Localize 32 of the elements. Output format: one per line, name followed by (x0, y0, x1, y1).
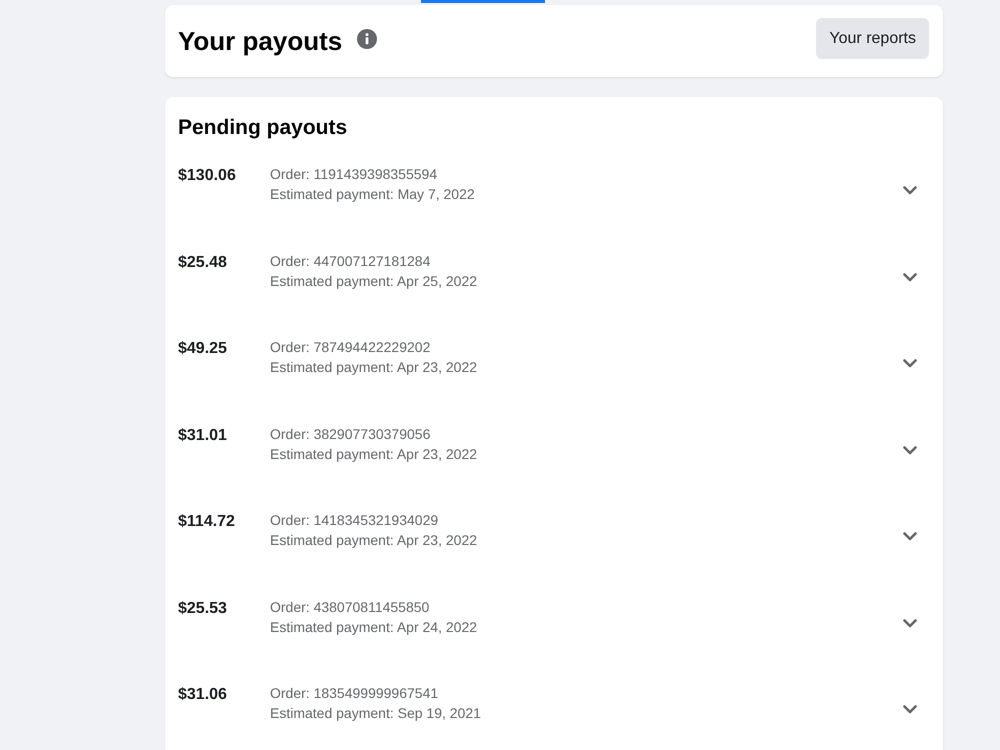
order-number: Order: 382907730379056 (270, 424, 432, 444)
info-icon[interactable] (357, 29, 378, 49)
payout-amount: $31.01 (178, 426, 228, 446)
estimated-payment-date: Estimated payment: Apr 24, 2022 (270, 618, 478, 636)
payout-amount: $25.53 (178, 598, 228, 618)
chevron-down-icon[interactable] (903, 705, 917, 714)
payout-amount: $49.25 (178, 339, 228, 359)
order-number: Order: 1418345321934029 (270, 511, 440, 530)
order-number: Order: 1835499999967541 (270, 684, 440, 703)
estimated-payment-date: Estimated payment: Sep 19, 2021 (270, 704, 482, 723)
your-reports-button[interactable]: Your reports (816, 18, 929, 59)
order-number: Order: 1191439398355594 (270, 165, 438, 184)
order-number: Order: 447007127181284 (270, 252, 432, 270)
estimated-payment-date: Estimated payment: Apr 23, 2022 (270, 444, 478, 464)
chevron-down-icon[interactable] (903, 186, 917, 195)
estimated-payment-date: Estimated payment: Apr 23, 2022 (270, 531, 478, 550)
estimated-payment-date: Estimated payment: Apr 25, 2022 (270, 272, 478, 290)
order-number: Order: 787494422229202 (270, 338, 432, 357)
chevron-down-icon[interactable] (903, 359, 917, 368)
section-title: Pending payouts (178, 115, 348, 141)
chevron-down-icon[interactable] (903, 618, 917, 628)
chevron-down-icon[interactable] (903, 272, 917, 282)
payout-amount: $31.06 (178, 685, 228, 705)
order-number: Order: 438070811455850 (270, 598, 430, 616)
estimated-payment-date: Estimated payment: Apr 23, 2022 (270, 358, 478, 377)
payout-amount: $130.06 (178, 166, 237, 186)
chevron-down-icon[interactable] (903, 446, 917, 454)
chevron-down-icon[interactable] (903, 532, 917, 541)
page-title: Your payouts (178, 25, 342, 57)
estimated-payment-date: Estimated payment: May 7, 2022 (270, 185, 476, 204)
payout-amount: $114.72 (178, 512, 236, 532)
payout-amount: $25.48 (178, 252, 228, 272)
